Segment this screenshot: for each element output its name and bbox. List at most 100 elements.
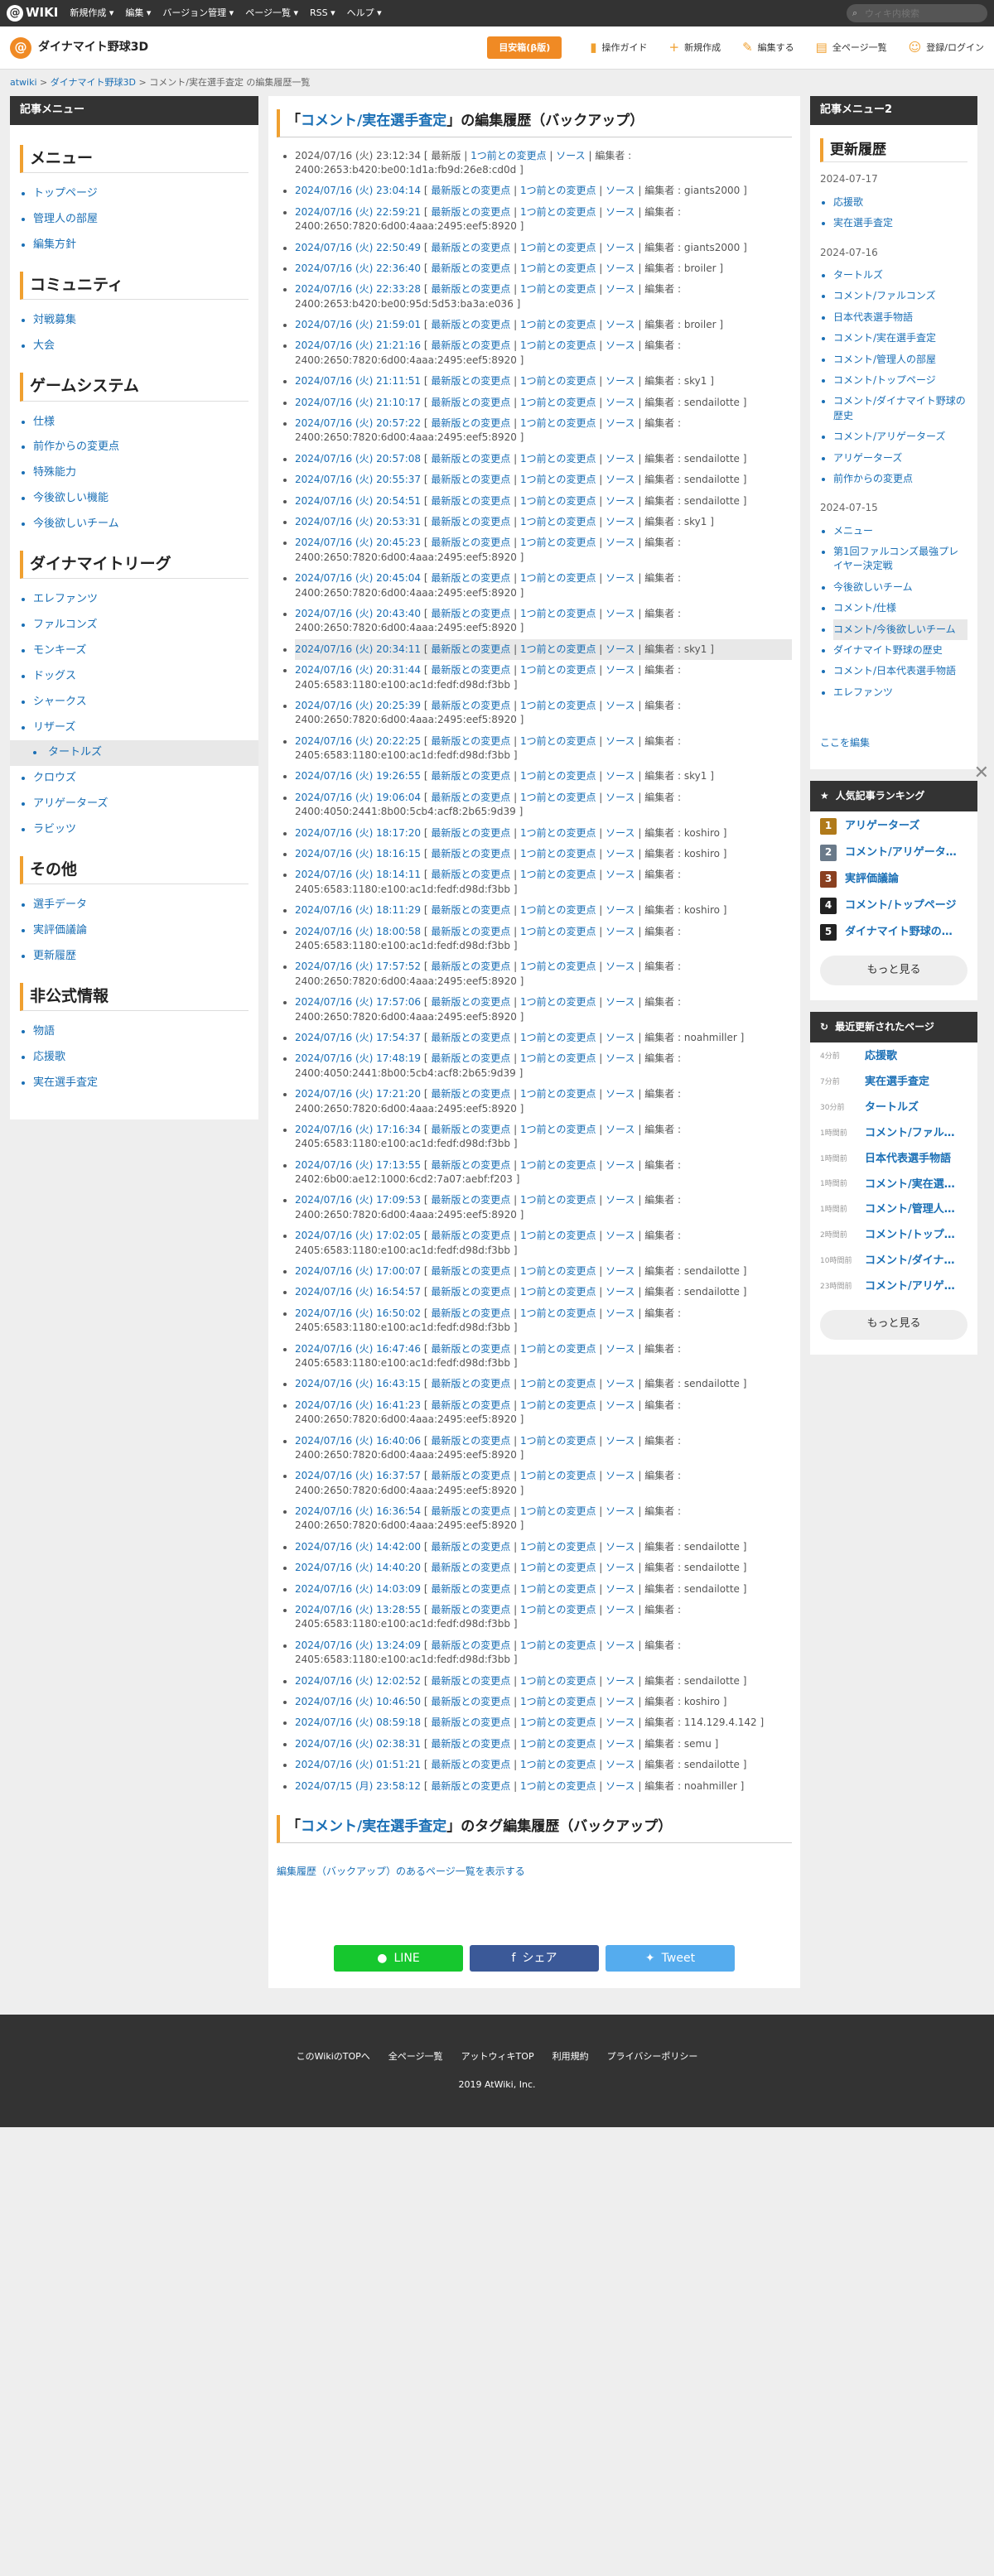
recent-title[interactable]: コメント/管理人の部屋: [865, 1202, 959, 1218]
latest-diff-link[interactable]: 最新版との変更点: [431, 869, 510, 880]
source-link[interactable]: ソース: [606, 1470, 635, 1481]
ranking-row[interactable]: 4 コメント/トップページ: [810, 891, 977, 917]
site-logo-icon[interactable]: @: [10, 36, 31, 59]
ranking-title[interactable]: アリゲーターズ: [845, 819, 961, 835]
latest-diff-link[interactable]: 最新版との変更点: [431, 495, 510, 507]
sidebar-item[interactable]: ラビッツ: [33, 817, 248, 843]
history-date-link[interactable]: 2024/07/16 (火) 16:36:54: [295, 1505, 421, 1517]
source-link[interactable]: ソース: [606, 664, 635, 676]
prev-diff-link[interactable]: 1つ前との変更点: [520, 1159, 596, 1171]
source-link[interactable]: ソース: [606, 1696, 635, 1707]
ranking-title[interactable]: 実評価議論: [845, 872, 961, 888]
update-item[interactable]: 今後欲しいチーム: [833, 577, 967, 598]
source-link[interactable]: ソース: [606, 1159, 635, 1171]
prev-diff-link[interactable]: 1つ前との変更点: [520, 848, 596, 859]
latest-diff-link[interactable]: 最新版との変更点: [431, 1562, 510, 1573]
latest-diff-link[interactable]: 最新版との変更点: [431, 904, 510, 916]
facebook-share-button[interactable]: f シェア: [470, 1944, 599, 1972]
prev-diff-link[interactable]: 1つ前との変更点: [520, 827, 596, 839]
prev-diff-link[interactable]: 1つ前との変更点: [520, 1639, 596, 1651]
footer-link[interactable]: 利用規約: [552, 2050, 589, 2063]
history-date-link[interactable]: 2024/07/16 (火) 17:21:20: [295, 1088, 421, 1100]
ranking-more-button[interactable]: もっと見る: [820, 955, 967, 985]
source-link[interactable]: ソース: [606, 1194, 635, 1206]
history-date-link[interactable]: 2024/07/16 (火) 20:57:08: [295, 453, 421, 465]
latest-diff-link[interactable]: 最新版との変更点: [431, 1399, 510, 1411]
prev-diff-link[interactable]: 1つ前との変更点: [520, 1124, 596, 1135]
history-date-link[interactable]: 2024/07/16 (火) 10:46:50: [295, 1696, 421, 1707]
prev-diff-link[interactable]: 1つ前との変更点: [520, 537, 596, 548]
latest-diff-link[interactable]: 最新版との変更点: [431, 848, 510, 859]
update-item[interactable]: タートルズ: [833, 265, 967, 286]
prev-diff-link[interactable]: 1つ前との変更点: [520, 1032, 596, 1043]
prev-diff-link[interactable]: 1つ前との変更点: [520, 1780, 596, 1792]
latest-diff-link[interactable]: 最新版との変更点: [431, 700, 510, 711]
source-link[interactable]: ソース: [606, 242, 635, 253]
update-item[interactable]: 応援歌: [833, 192, 967, 213]
source-link[interactable]: ソース: [606, 869, 635, 880]
history-date-link[interactable]: 2024/07/16 (火) 16:54:57: [295, 1286, 421, 1298]
history-date-link[interactable]: 2024/07/16 (火) 21:11:51: [295, 375, 421, 387]
history-date-link[interactable]: 2024/07/16 (火) 20:43:40: [295, 608, 421, 619]
latest-diff-link[interactable]: 最新版との変更点: [431, 664, 510, 676]
latest-diff-link[interactable]: 最新版との変更点: [431, 1052, 510, 1064]
menu-new[interactable]: 新規作成 ▾: [70, 7, 113, 20]
history-date-link[interactable]: 2024/07/16 (火) 20:25:39: [295, 700, 421, 711]
prev-diff-link[interactable]: 1つ前との変更点: [520, 643, 596, 655]
latest-diff-link[interactable]: 最新版との変更点: [431, 283, 510, 295]
latest-diff-link[interactable]: 最新版との変更点: [431, 474, 510, 485]
update-item[interactable]: アリゲーターズ: [833, 448, 967, 469]
recent-row[interactable]: 30分前 タートルズ: [810, 1094, 977, 1119]
footer-link[interactable]: このWikiのTOPへ: [297, 2050, 370, 2063]
menu-version[interactable]: バージョン管理 ▾: [162, 7, 234, 20]
prev-diff-link[interactable]: 1つ前との変更点: [520, 700, 596, 711]
history-date-link[interactable]: 2024/07/16 (火) 18:11:29: [295, 904, 421, 916]
breadcrumb-site[interactable]: ダイナマイト野球3D: [51, 77, 136, 88]
recent-row[interactable]: 10時間前 コメント/ダイナマイト野球の歴史: [810, 1247, 977, 1273]
tweet-button[interactable]: ✦ Tweet: [606, 1944, 735, 1972]
prev-diff-link[interactable]: 1つ前との変更点: [520, 608, 596, 619]
history-date-link[interactable]: 2024/07/16 (火) 22:33:28: [295, 283, 421, 295]
latest-diff-link[interactable]: 最新版との変更点: [431, 1541, 510, 1553]
sidebar-item[interactable]: ファルコンズ: [33, 613, 248, 638]
prev-diff-link[interactable]: 1つ前との変更点: [520, 664, 596, 676]
sidebar-item[interactable]: タートルズ: [10, 740, 258, 767]
latest-diff-link[interactable]: 最新版との変更点: [431, 770, 510, 782]
sidebar-item[interactable]: 実在選手査定: [33, 1071, 248, 1096]
latest-diff-link[interactable]: 最新版との変更点: [431, 1759, 510, 1770]
latest-diff-link[interactable]: 最新版との変更点: [431, 1343, 510, 1355]
prev-diff-link[interactable]: 1つ前との変更点: [520, 206, 596, 218]
history-date-link[interactable]: 2024/07/16 (火) 02:38:31: [295, 1738, 421, 1750]
ranking-title[interactable]: コメント/アリゲーターズ: [845, 845, 961, 861]
recent-row[interactable]: 1時間前 コメント/ファルコンズ: [810, 1119, 977, 1145]
prev-diff-link[interactable]: 1つ前との変更点: [520, 996, 596, 1008]
source-link[interactable]: ソース: [606, 1675, 635, 1687]
ranking-title[interactable]: ダイナマイト野球の歴史: [845, 925, 961, 941]
backup-pages-link[interactable]: 編集履歴（バックアップ）のあるページ一覧を表示する: [277, 1866, 525, 1877]
breadcrumb-atwiki[interactable]: atwiki: [10, 77, 37, 88]
source-link[interactable]: ソース: [556, 150, 585, 161]
search-input[interactable]: [847, 4, 987, 22]
sidebar-item[interactable]: 実評価議論: [33, 918, 248, 944]
history-date-link[interactable]: 2024/07/15 (月) 23:58:12: [295, 1780, 421, 1792]
history-date-link[interactable]: 2024/07/16 (火) 17:57:06: [295, 996, 421, 1008]
sidebar-item[interactable]: 今後欲しいチーム: [33, 512, 248, 537]
sidebar-item[interactable]: 大会: [33, 334, 248, 359]
latest-diff-link[interactable]: 最新版との変更点: [431, 1583, 510, 1595]
sidebar-item[interactable]: 更新履歴: [33, 944, 248, 970]
recent-title[interactable]: コメント/ダイナマイト野球の歴史: [865, 1254, 959, 1269]
prev-diff-link[interactable]: 1つ前との変更点: [520, 242, 596, 253]
history-date-link[interactable]: 2024/07/16 (火) 17:00:07: [295, 1265, 421, 1277]
sidebar-item[interactable]: クロウズ: [33, 766, 248, 792]
recent-row[interactable]: 1時間前 日本代表選手物語: [810, 1145, 977, 1171]
update-item[interactable]: メニュー: [833, 521, 967, 542]
source-link[interactable]: ソース: [606, 572, 635, 584]
prev-diff-link[interactable]: 1つ前との変更点: [520, 1307, 596, 1319]
prev-diff-link[interactable]: 1つ前との変更点: [520, 1399, 596, 1411]
latest-diff-link[interactable]: 最新版との変更点: [431, 1675, 510, 1687]
latest-diff-link[interactable]: 最新版との変更点: [431, 996, 510, 1008]
history-date-link[interactable]: 2024/07/16 (火) 16:50:02: [295, 1307, 421, 1319]
sidebar-item[interactable]: 前作からの変更点: [33, 435, 248, 460]
prev-diff-link[interactable]: 1つ前との変更点: [520, 1738, 596, 1750]
source-link[interactable]: ソース: [606, 516, 635, 527]
